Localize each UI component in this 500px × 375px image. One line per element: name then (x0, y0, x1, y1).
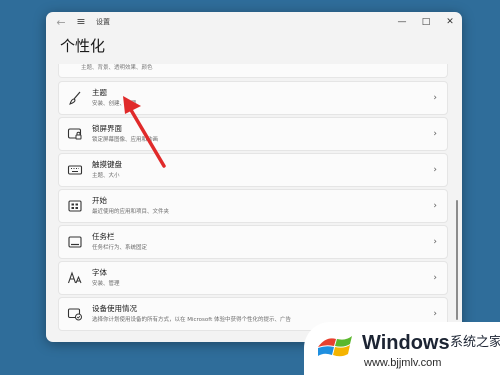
minimize-button[interactable]: — (390, 14, 414, 30)
close-button[interactable]: ✕ (438, 14, 462, 30)
chevron-right-icon: › (433, 273, 437, 283)
settings-window: ← ≡ 设置 — □ ✕ 个性化 主题、背景、透明效果、颜色 主题 安装、创建、… (46, 12, 462, 342)
taskbar-icon (67, 234, 83, 250)
settings-item-start[interactable]: 开始 最近使用的应用和项目、文件夹 › (58, 189, 448, 223)
watermark-brand-cn: 系统之家 (450, 335, 500, 350)
back-button[interactable]: ← (54, 16, 68, 30)
settings-item-subtitle: 安装、创建、管理 (92, 101, 137, 107)
settings-item-lock-screen[interactable]: 锁屏界面 锁定屏幕图像、应用和动画 › (58, 117, 448, 151)
settings-item-subtitle: 选择你计划使用设备的所有方式，以在 Microsoft 体验中获得个性化的提示、… (92, 317, 292, 323)
title-bar: ← ≡ 设置 — □ ✕ (46, 12, 462, 34)
settings-item-title: 开始 (92, 196, 107, 205)
brush-icon (67, 90, 83, 106)
lock-screen-icon (67, 126, 83, 142)
nav-menu-button[interactable]: ≡ (74, 15, 88, 29)
settings-item-subtitle: 主题、大小 (92, 173, 120, 179)
vertical-scrollbar[interactable] (456, 200, 458, 320)
previous-setting-row[interactable]: 主题、背景、透明效果、颜色 (58, 64, 448, 78)
settings-item-subtitle: 锁定屏幕图像、应用和动画 (92, 137, 159, 143)
keyboard-icon (67, 162, 83, 178)
settings-item-title: 任务栏 (92, 232, 115, 241)
chevron-right-icon: › (433, 201, 437, 211)
settings-item-touch-keyboard[interactable]: 触摸键盘 主题、大小 › (58, 153, 448, 187)
settings-item-title: 主题 (92, 88, 107, 97)
settings-item-taskbar[interactable]: 任务栏 任务栏行为、系统固定 › (58, 225, 448, 259)
chevron-right-icon: › (433, 93, 437, 103)
chevron-right-icon: › (433, 129, 437, 139)
watermark-url: www.bjjmlv.com (364, 357, 442, 369)
start-icon (67, 198, 83, 214)
settings-item-subtitle: 最近使用的应用和项目、文件夹 (92, 209, 170, 215)
font-icon (67, 270, 83, 286)
settings-item-fonts[interactable]: 字体 安装、管理 › (58, 261, 448, 295)
window-title: 设置 (96, 18, 110, 26)
settings-item-themes[interactable]: 主题 安装、创建、管理 › (58, 81, 448, 115)
chevron-right-icon: › (433, 165, 437, 175)
chevron-right-icon: › (433, 237, 437, 247)
previous-setting-subtitle: 主题、背景、透明效果、颜色 (81, 65, 153, 71)
maximize-button[interactable]: □ (414, 14, 438, 30)
settings-item-subtitle: 任务栏行为、系统固定 (92, 245, 148, 251)
settings-item-title: 字体 (92, 268, 107, 277)
watermark-badge: Windows 系统之家 www.bjjmlv.com (304, 322, 500, 375)
watermark-brand: Windows (362, 332, 450, 354)
settings-item-title: 锁屏界面 (92, 124, 122, 133)
page-title: 个性化 (60, 37, 106, 55)
settings-item-subtitle: 安装、管理 (92, 281, 120, 287)
settings-item-title: 触摸键盘 (92, 160, 122, 169)
windows-logo-icon (318, 336, 352, 357)
chevron-right-icon: › (433, 309, 437, 319)
settings-item-title: 设备使用情况 (92, 304, 137, 313)
device-usage-icon (67, 306, 83, 322)
